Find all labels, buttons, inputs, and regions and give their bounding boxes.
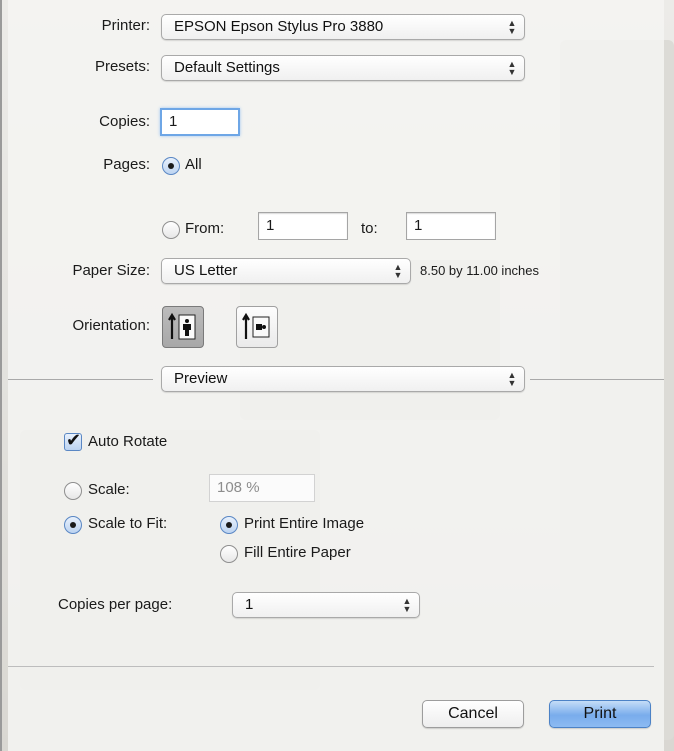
pages-from-field[interactable]: 1 (258, 212, 348, 240)
copies-per-page-label: Copies per page: (58, 596, 172, 613)
presets-label: Presets: (8, 58, 150, 75)
print-entire-image-label: Print Entire Image (244, 515, 364, 532)
paper-size-popup[interactable]: US Letter ▲▼ (161, 258, 411, 284)
scale-field[interactable]: 108 % (209, 474, 315, 502)
pages-all-radio[interactable] (162, 157, 180, 175)
auto-rotate-checkbox[interactable]: ✔ (64, 433, 82, 451)
print-options-value: Preview (174, 370, 227, 387)
fill-entire-paper-radio[interactable] (220, 545, 238, 563)
fill-entire-paper-label: Fill Entire Paper (244, 544, 351, 561)
print-button[interactable]: Print (549, 700, 651, 728)
portrait-icon (163, 307, 203, 347)
portrait-orientation-button[interactable] (162, 306, 204, 348)
print-options-popup[interactable]: Preview ▲▼ (161, 366, 525, 392)
printer-label: Printer: (8, 17, 150, 34)
copies-per-page-popup[interactable]: 1 ▲▼ (232, 592, 420, 618)
pages-to-field[interactable]: 1 (406, 212, 496, 240)
scale-radio[interactable] (64, 482, 82, 500)
pages-from-label: From: (185, 220, 224, 237)
popup-arrows-icon: ▲▼ (506, 371, 518, 387)
popup-arrows-icon: ▲▼ (401, 597, 413, 613)
pages-from-radio[interactable] (162, 221, 180, 239)
scale-label: Scale: (88, 481, 130, 498)
scale-to-fit-label: Scale to Fit: (88, 515, 167, 532)
landscape-icon (237, 307, 277, 347)
paper-size-dimensions: 8.50 by 11.00 inches (420, 263, 539, 278)
auto-rotate-label: Auto Rotate (88, 433, 167, 450)
paper-size-label: Paper Size: (8, 262, 150, 279)
print-entire-image-radio[interactable] (220, 516, 238, 534)
printer-popup[interactable]: EPSON Epson Stylus Pro 3880 ▲▼ (161, 14, 525, 40)
orientation-label: Orientation: (8, 317, 150, 334)
print-dialog: Printer: EPSON Epson Stylus Pro 3880 ▲▼ … (8, 0, 664, 751)
landscape-orientation-button[interactable] (236, 306, 278, 348)
pages-all-label: All (185, 156, 202, 173)
presets-popup[interactable]: Default Settings ▲▼ (161, 55, 525, 81)
copies-field[interactable]: 1 (160, 108, 240, 136)
separator-right (530, 379, 664, 380)
printer-value: EPSON Epson Stylus Pro 3880 (174, 18, 383, 35)
scale-to-fit-radio[interactable] (64, 516, 82, 534)
presets-value: Default Settings (174, 59, 280, 76)
cancel-button[interactable]: Cancel (422, 700, 524, 728)
pages-to-label: to: (361, 220, 378, 237)
popup-arrows-icon: ▲▼ (506, 60, 518, 76)
popup-arrows-icon: ▲▼ (392, 263, 404, 279)
popup-arrows-icon: ▲▼ (506, 19, 518, 35)
copies-label: Copies: (8, 113, 150, 130)
bottom-separator (8, 666, 654, 667)
copies-per-page-value: 1 (245, 596, 253, 613)
paper-size-value: US Letter (174, 262, 237, 279)
separator-left (8, 379, 153, 380)
pages-label: Pages: (8, 156, 150, 173)
